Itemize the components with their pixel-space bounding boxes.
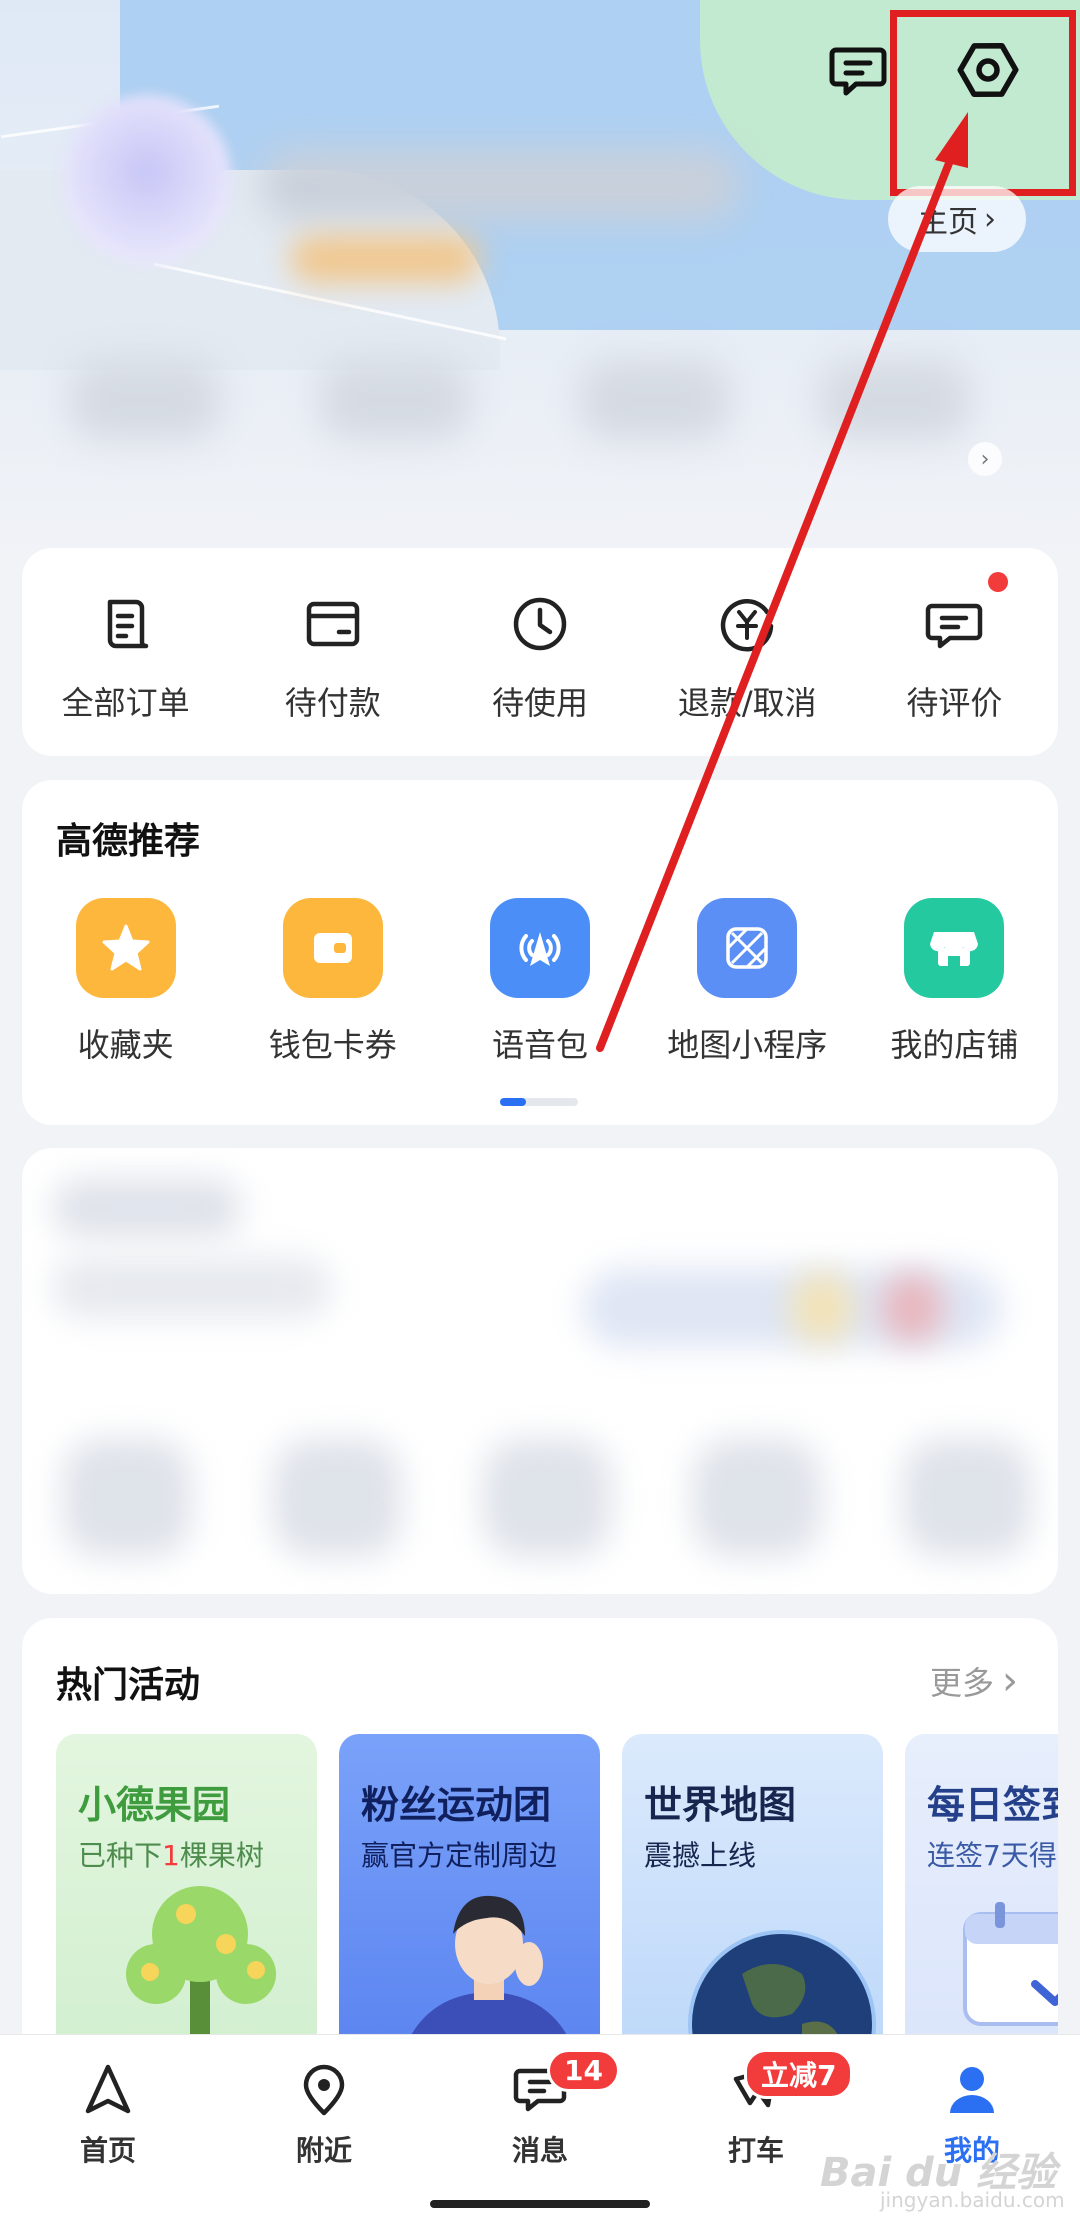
orders-card: 全部订单 待付款 待使用 退款/取消 待评价 [22,548,1058,756]
section-title: 热门活动 [56,1665,201,1706]
activity-title: 粉丝运动团 [361,1783,552,1827]
globe-icon [688,1930,876,2038]
location-pin-icon [292,2057,356,2121]
user-stat-blurred [70,360,220,440]
activity-subtitle: 震撼上线 [644,1839,757,1872]
chat-icon [829,47,887,96]
unread-dot [988,572,1009,592]
star-icon [75,898,176,998]
recommend-item-label: 语音包 [492,1026,589,1064]
recommend-item-label: 钱包卡券 [268,1026,397,1064]
settings-highlight-box [890,10,1076,196]
user-stat-blurred [820,360,970,440]
blurred-block [882,1273,942,1343]
user-icon [940,2057,1004,2121]
recommend-item-label: 收藏夹 [77,1026,174,1064]
mini-program-icon [697,898,798,998]
page-indicator-active [500,1098,526,1106]
section-title: 高德推荐 [56,821,201,862]
page-indicator [500,1098,578,1106]
watermark-url: jingyan.baidu.com [880,2188,1065,2212]
my-shop-button[interactable]: 我的店铺 [851,898,1058,1066]
activity-card-orchard[interactable]: 小德果园 已种下1棵果树 [56,1734,317,2038]
order-list-icon [94,592,158,656]
activity-title: 世界地图 [644,1783,797,1827]
hot-activities-card: 热门活动 更多 › 小德果园 已种下1棵果树 粉丝运动团 赢官方定制周边 世界地… [22,1618,1058,2038]
voice-pack-button[interactable]: 语音包 [436,898,643,1066]
order-to-use-button[interactable]: 待使用 [436,548,643,756]
wallet-cards-button[interactable]: 钱包卡券 [229,898,436,1066]
home-page-link[interactable]: 主页 › [888,186,1026,252]
map-mini-program-button[interactable]: 地图小程序 [644,898,851,1066]
order-to-review-button[interactable]: 待评价 [851,548,1058,756]
user-level-tag-blurred [290,235,480,283]
activity-subtitle: 已种下1棵果树 [78,1839,264,1872]
order-refund-button[interactable]: 退款/取消 [644,548,851,756]
recommend-card: 高德推荐 收藏夹 钱包卡券 语音包 地图小程序 我的店铺 [22,780,1058,1125]
fruit-tree-icon [126,1886,276,2038]
blurred-block [62,1438,192,1558]
taxi-discount-badge: 立减7 [744,2049,854,2099]
nav-label: 附近 [295,2134,352,2167]
blurred-block [482,1438,612,1558]
blurred-block [272,1438,402,1558]
navigate-arrow-icon [76,2057,140,2121]
order-pending-payment-button[interactable]: 待付款 [229,548,436,756]
activity-subtitle: 赢官方定制周边 [361,1839,558,1872]
clock-icon [508,592,572,656]
refund-icon [715,592,779,656]
order-item-label: 退款/取消 [677,684,817,722]
message-center-button[interactable] [818,30,898,110]
nav-label: 打车 [727,2134,784,2167]
user-name-blurred [260,150,740,220]
nav-nearby[interactable]: 附近 [216,2057,432,2169]
comment-icon [922,592,986,656]
more-activities-link[interactable]: 更多 › [930,1658,1018,1704]
activity-title: 每日签到 [927,1783,1058,1827]
nav-label: 首页 [79,2134,136,2167]
calendar-check-icon [963,1902,1058,2026]
stats-expand-button[interactable]: › [968,442,1002,476]
order-item-label: 待评价 [906,684,1003,722]
order-item-label: 待使用 [492,684,589,722]
more-label: 更多 [929,1664,994,1702]
order-item-label: 待付款 [284,684,381,722]
activity-card-world-map[interactable]: 世界地图 震撼上线 [622,1734,883,2038]
blurred-block [902,1438,1032,1558]
nav-messages[interactable]: 14 消息 [432,2049,648,2169]
blurred-block [692,1438,822,1558]
blurred-block [52,1178,242,1238]
activity-subtitle: 连签7天得 [927,1839,1057,1872]
chevron-right-icon: › [1002,1658,1018,1704]
chevron-right-icon: › [984,201,996,237]
card-wallet-icon [282,898,383,998]
activity-title: 小德果园 [78,1783,231,1827]
blurred-block [52,1258,332,1318]
blurred-content-card [22,1148,1058,1594]
user-stat-blurred [580,360,730,440]
order-all-button[interactable]: 全部订单 [22,548,229,756]
activity-card-fan-club[interactable]: 粉丝运动团 赢官方定制周边 [339,1734,600,2038]
nav-label: 消息 [511,2134,568,2167]
nav-home[interactable]: 首页 [0,2057,216,2169]
home-indicator [430,2200,650,2208]
wallet-icon [301,592,365,656]
home-page-link-label: 主页 [918,205,978,240]
shop-icon [904,898,1005,998]
message-count-badge: 14 [547,2049,620,2092]
avatar[interactable] [62,95,232,265]
voice-pack-icon [490,898,590,998]
blurred-block [792,1273,852,1343]
activity-card-daily-checkin[interactable]: 每日签到 连签7天得 [905,1734,1058,2038]
favorites-button[interactable]: 收藏夹 [22,898,229,1066]
celebrity-photo [409,1895,569,2038]
chevron-right-icon: › [980,446,990,472]
recommend-item-label: 地图小程序 [667,1026,828,1064]
order-item-label: 全部订单 [61,684,190,722]
recommend-item-label: 我的店铺 [890,1026,1019,1064]
user-stat-blurred [320,360,470,440]
